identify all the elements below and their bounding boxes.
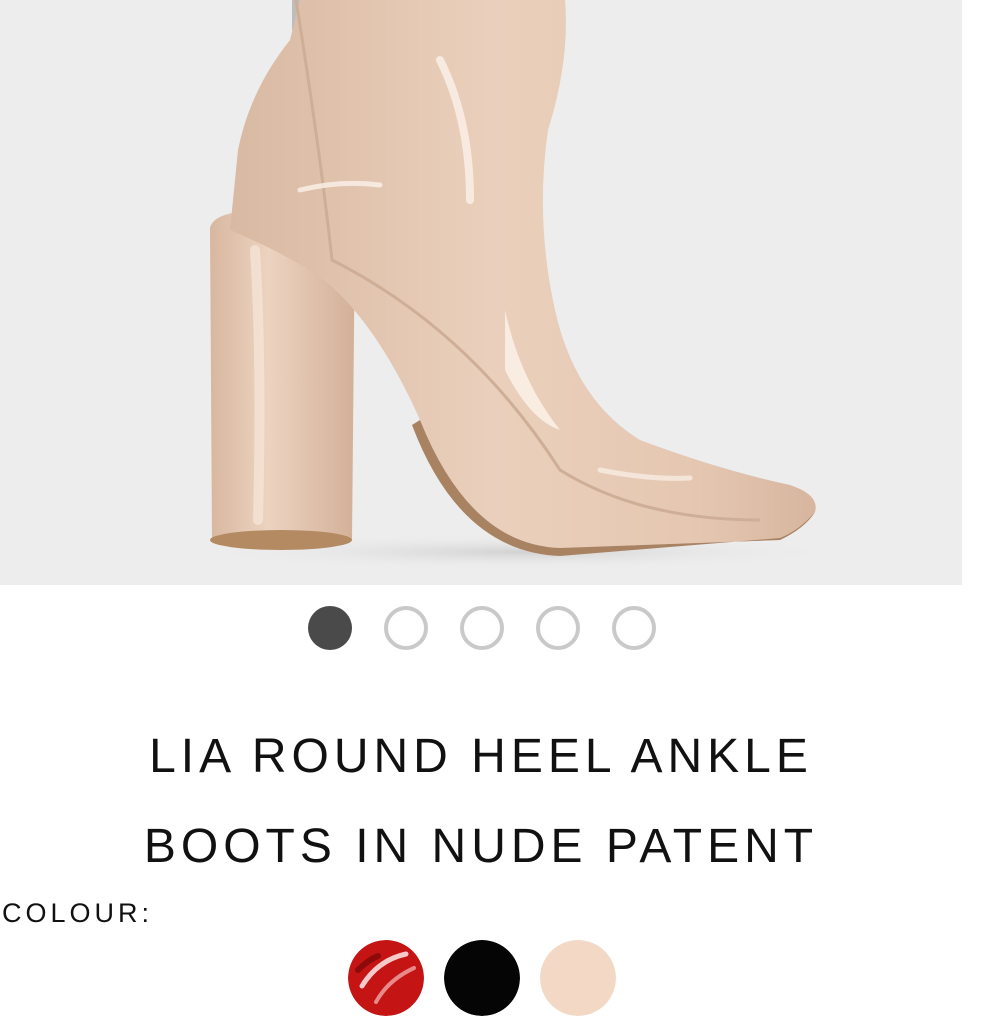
swatch-red-patent[interactable]: [348, 940, 424, 1016]
image-carousel-dots: [308, 606, 656, 650]
page-rail: [962, 0, 1000, 585]
carousel-dot-4[interactable]: [536, 606, 580, 650]
swatch-black[interactable]: [444, 940, 520, 1016]
boot-photo-icon: [0, 0, 962, 585]
colour-label: COLOUR:: [2, 898, 154, 928]
product-title: LIA ROUND HEEL ANKLE BOOTS IN NUDE PATEN…: [0, 712, 962, 892]
product-title-line-1: LIA ROUND HEEL ANKLE: [149, 730, 813, 783]
red-patent-swatch-icon: [348, 940, 424, 1016]
carousel-dot-3[interactable]: [460, 606, 504, 650]
swatch-nude[interactable]: [540, 940, 616, 1016]
black-swatch-icon: [444, 940, 520, 1016]
carousel-dot-5[interactable]: [612, 606, 656, 650]
carousel-dot-2[interactable]: [384, 606, 428, 650]
product-image[interactable]: [0, 0, 962, 585]
product-title-line-2: BOOTS IN NUDE PATENT: [143, 820, 819, 873]
colour-swatches: [348, 940, 616, 1016]
carousel-dot-1[interactable]: [308, 606, 352, 650]
nude-swatch-icon: [540, 940, 616, 1016]
